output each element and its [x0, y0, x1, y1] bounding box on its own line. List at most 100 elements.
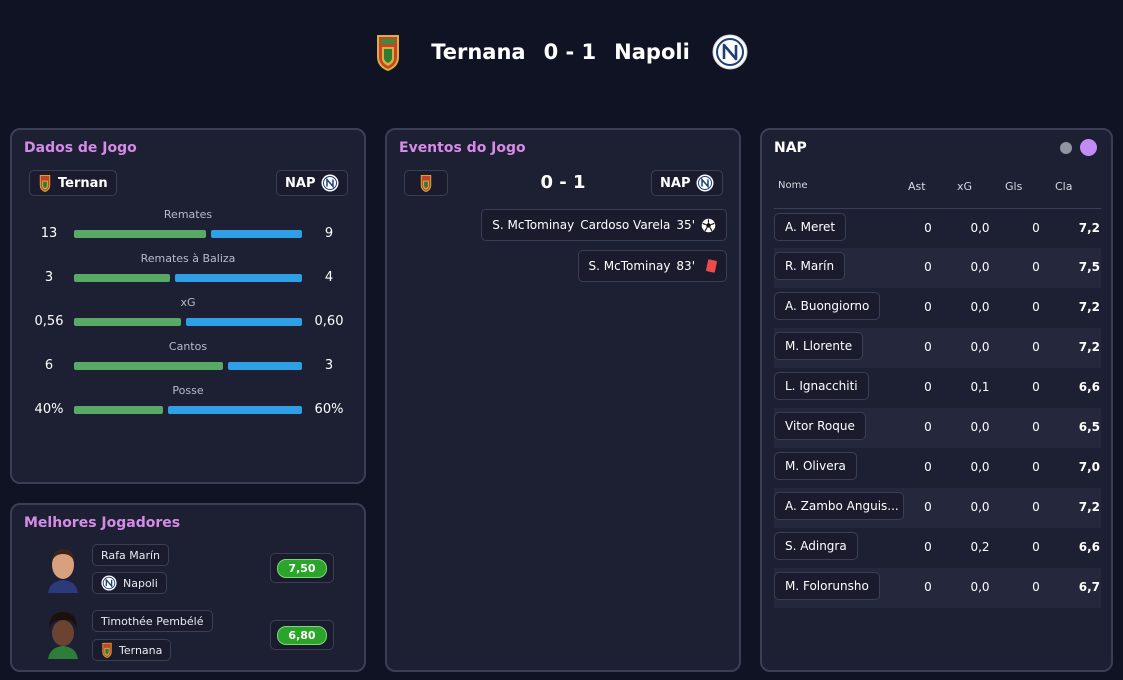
column-header-name: Nome: [778, 180, 808, 191]
player-name-chip[interactable]: M. Llorente: [774, 332, 864, 360]
event-player: S. McTominay: [492, 218, 575, 232]
cell-assists: 0: [924, 300, 932, 314]
event-player: S. McTominay: [588, 259, 671, 273]
cell-rating: 7,2: [1078, 221, 1100, 235]
player-name-chip[interactable]: A. Meret: [774, 213, 847, 241]
event-minute: 83': [676, 259, 695, 273]
event-red-card[interactable]: S. McTominay 83': [577, 250, 727, 282]
player-name-chip[interactable]: Vitor Roque: [774, 412, 866, 440]
stat-home-bar: [74, 406, 163, 414]
best-players-panel: Melhores Jogadores Rafa Marín Napoli 7,5…: [10, 503, 366, 672]
table-row[interactable]: R. Marín 0 0,0 0 7,5: [774, 248, 1101, 288]
cell-goals: 0: [1032, 460, 1040, 474]
event-goal[interactable]: S. McTominay Cardoso Varela 35': [481, 209, 727, 241]
best-player-rating-box: 7,50: [270, 553, 334, 583]
stat-away-bar: [168, 406, 302, 414]
stat-row: Cantos 6 3: [12, 340, 364, 380]
cell-xg: 0,2: [970, 540, 990, 554]
cell-assists: 0: [924, 420, 932, 434]
cell-rating: 6,5: [1078, 420, 1100, 434]
player-photo-avatar: [44, 543, 82, 593]
cell-rating: 7,2: [1078, 340, 1100, 354]
toggle-dot-active[interactable]: [1080, 139, 1097, 156]
best-player-name: Timothée Pembélé: [101, 614, 204, 628]
match-header: Ternana 0 - 1 Napoli: [0, 32, 1123, 72]
table-row[interactable]: M. Olivera 0 0,0 0 7,0: [774, 448, 1101, 488]
cell-rating: 6,7: [1078, 580, 1100, 594]
home-team-chip[interactable]: Ternan: [29, 170, 117, 196]
best-player-team: Napoli: [123, 576, 158, 590]
table-row[interactable]: A. Buongiorno 0 0,0 0 7,2: [774, 288, 1101, 328]
table-row[interactable]: A. Meret 0 0,0 0 7,2: [774, 208, 1101, 248]
stat-row: Posse 40% 60%: [12, 384, 364, 424]
player-name-chip[interactable]: R. Marín: [774, 252, 846, 280]
napoli-crest-icon: [712, 34, 748, 70]
table-row[interactable]: S. Adingra 0 0,2 0 6,6: [774, 528, 1101, 568]
cell-goals: 0: [1032, 380, 1040, 394]
cell-goals: 0: [1032, 340, 1040, 354]
table-row[interactable]: M. Llorente 0 0,0 0 7,2: [774, 328, 1101, 368]
player-name-chip[interactable]: A. Zambo Anguis...: [774, 492, 904, 520]
best-player-rating-box: 6,80: [270, 620, 334, 650]
table-row[interactable]: L. Ignacchiti 0 0,1 0 6,6: [774, 368, 1101, 408]
cell-assists: 0: [924, 380, 932, 394]
panel-title: Eventos do Jogo: [399, 140, 526, 156]
home-team-name: Ternana: [431, 40, 526, 64]
away-team-chip[interactable]: NAP: [651, 170, 724, 196]
best-player-rating: 7,50: [277, 558, 327, 578]
player-name-chip[interactable]: M. Olivera: [774, 452, 857, 480]
napoli-crest-icon: [321, 174, 339, 192]
table-row[interactable]: M. Folorunsho 0 0,0 0 6,7: [774, 568, 1101, 608]
cell-xg: 0,0: [970, 580, 990, 594]
table-row[interactable]: A. Zambo Anguis... 0 0,0 0 7,2: [774, 488, 1101, 528]
away-team-chip[interactable]: NAP: [276, 170, 349, 196]
panel-title: Melhores Jogadores: [24, 515, 181, 531]
best-player-name-chip[interactable]: Timothée Pembélé: [92, 610, 213, 632]
player-name-chip[interactable]: A. Buongiorno: [774, 292, 881, 320]
stat-away-value: 3: [324, 358, 334, 373]
column-header-rating: Cla: [1055, 180, 1073, 193]
stat-label: Remates: [163, 208, 213, 221]
best-player-rating: 6,80: [277, 625, 327, 645]
stat-row: Remates 13 9: [12, 208, 364, 248]
cell-assists: 0: [924, 580, 932, 594]
best-player-team-chip[interactable]: Napoli: [92, 572, 167, 594]
cell-xg: 0,0: [970, 221, 990, 235]
cell-xg: 0,0: [970, 260, 990, 274]
cell-rating: 7,2: [1078, 300, 1100, 314]
table-row[interactable]: Vitor Roque 0 0,0 0 6,5: [774, 408, 1101, 448]
cell-assists: 0: [924, 500, 932, 514]
cell-goals: 0: [1032, 221, 1040, 235]
ternana-crest-icon: [102, 642, 112, 658]
best-player-team-chip[interactable]: Ternana: [92, 639, 172, 661]
stat-home-bar: [74, 274, 170, 282]
stat-home-value: 13: [40, 226, 58, 241]
away-team-name: Napoli: [614, 40, 690, 64]
player-name-chip[interactable]: S. Adingra: [774, 532, 858, 560]
toggle-dot-inactive[interactable]: [1060, 142, 1072, 154]
best-player-name-chip[interactable]: Rafa Marín: [92, 544, 170, 566]
cell-rating: 7,5: [1078, 260, 1100, 274]
cell-rating: 6,6: [1078, 540, 1100, 554]
stat-away-bar: [211, 230, 302, 238]
goal-icon: [701, 218, 716, 232]
cell-assists: 0: [924, 260, 932, 274]
player-name-chip[interactable]: L. Ignacchiti: [774, 372, 869, 400]
stat-away-value: 60%: [314, 402, 344, 417]
player-name-chip[interactable]: M. Folorunsho: [774, 572, 880, 600]
stat-home-value: 6: [44, 358, 54, 373]
stat-away-value: 0,60: [314, 314, 344, 329]
column-header-assists: Ast: [908, 180, 926, 193]
event-assist: Cardoso Varela: [580, 218, 671, 232]
cell-xg: 0,1: [970, 380, 990, 394]
stat-row: Remates à Baliza 3 4: [12, 252, 364, 292]
cell-goals: 0: [1032, 420, 1040, 434]
match-events-panel: Eventos do Jogo 0 - 1 NAP S. McTominay C…: [385, 128, 741, 672]
stat-away-value: 9: [324, 226, 334, 241]
red-card-icon: [705, 259, 718, 273]
stat-away-value: 4: [324, 270, 334, 285]
cell-xg: 0,0: [970, 420, 990, 434]
best-player-name: Rafa Marín: [101, 548, 161, 562]
stat-home-bar: [74, 362, 223, 370]
stat-home-value: 3: [44, 270, 54, 285]
